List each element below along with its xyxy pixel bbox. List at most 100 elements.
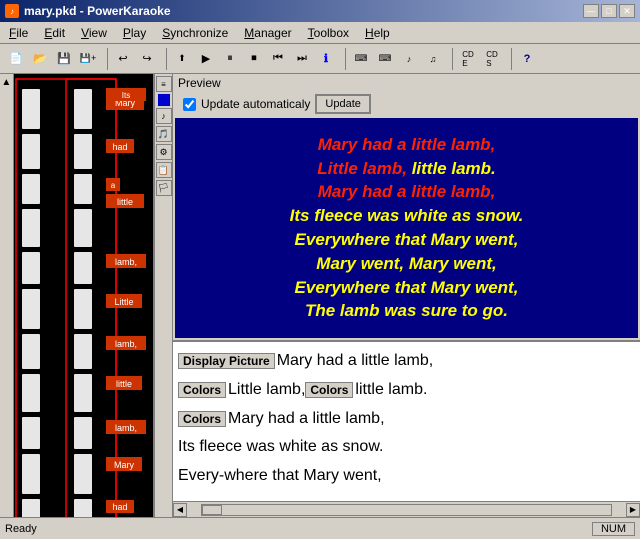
redo-button[interactable]: ↪ bbox=[136, 48, 158, 70]
preview-line-2a: Little lamb, bbox=[317, 159, 411, 178]
preview-line-7: Everywhere that Mary went, bbox=[295, 278, 519, 297]
svg-text:lamb,: lamb, bbox=[115, 339, 137, 349]
lyrics-line-5: Every-where that Mary went, bbox=[178, 462, 635, 491]
side-btn-5[interactable]: 📋 bbox=[156, 162, 172, 178]
svg-text:Little: Little bbox=[114, 297, 133, 307]
app-icon: ♪ bbox=[5, 4, 19, 18]
scroll-track[interactable] bbox=[201, 504, 612, 516]
status-text: Ready bbox=[5, 523, 37, 535]
right-panel: ≡ ♪ 🎵 ⚙ 📋 🏳 Preview Update automaticaly … bbox=[155, 74, 640, 517]
update-button[interactable]: Update bbox=[315, 94, 370, 114]
preview-panel: Preview Update automaticaly Update Mary … bbox=[173, 74, 640, 340]
title-bar: ♪ mary.pkd - PowerKaraoke — □ ✕ bbox=[0, 0, 640, 22]
lyrics-line-3: Colors Mary had a little lamb, bbox=[178, 405, 635, 434]
status-bar: Ready NUM bbox=[0, 517, 640, 539]
side-btn-3[interactable]: 🎵 bbox=[156, 126, 172, 142]
svg-text:little: little bbox=[117, 197, 133, 207]
menu-bar: File Edit View Play Synchronize Manager … bbox=[0, 22, 640, 44]
main-area: ▲ bbox=[0, 74, 640, 517]
preview-label: Preview bbox=[173, 74, 640, 92]
side-btn-4[interactable]: ⚙ bbox=[156, 144, 172, 160]
preview-line-3: Mary had a little lamb, bbox=[318, 182, 496, 201]
preview-line-1: Mary had a little lamb, bbox=[318, 135, 496, 154]
svg-text:lamb,: lamb, bbox=[115, 423, 137, 433]
tool2-button[interactable]: ⌨ bbox=[374, 48, 396, 70]
save-button[interactable]: 💾 bbox=[53, 48, 75, 70]
preview-text: Mary had a little lamb, Little lamb, lit… bbox=[285, 128, 529, 328]
menu-play[interactable]: Play bbox=[119, 25, 150, 41]
lyrics-line-1: Display Picture Mary had a little lamb, bbox=[178, 347, 635, 376]
status-num: NUM bbox=[592, 522, 635, 536]
next-button[interactable]: ⏭ bbox=[291, 48, 313, 70]
display-picture-tag[interactable]: Display Picture bbox=[178, 353, 275, 369]
preview-line-4: Its fleece was white as snow. bbox=[290, 206, 524, 225]
menu-manager[interactable]: Manager bbox=[240, 25, 295, 41]
auto-update-checkbox[interactable] bbox=[183, 98, 196, 111]
lyrics-line-2: Colors Little lamb, Colors little lamb. bbox=[178, 376, 635, 405]
export-button[interactable]: ⬆ bbox=[171, 48, 193, 70]
prev-button[interactable]: ⏮ bbox=[267, 48, 289, 70]
side-btn-6[interactable]: 🏳 bbox=[156, 180, 172, 196]
preview-display: Mary had a little lamb, Little lamb, lit… bbox=[175, 118, 638, 338]
undo-button[interactable]: ↩ bbox=[112, 48, 134, 70]
svg-text:had: had bbox=[112, 502, 127, 512]
cd2-button[interactable]: CDS bbox=[481, 48, 503, 70]
waveform-scroll[interactable]: ▲ bbox=[0, 74, 14, 517]
menu-file[interactable]: File bbox=[5, 25, 32, 41]
maximize-button[interactable]: □ bbox=[601, 4, 617, 18]
menu-synchronize[interactable]: Synchronize bbox=[158, 25, 232, 41]
info-button[interactable]: ℹ bbox=[315, 48, 337, 70]
preview-line-2b: little lamb. bbox=[412, 159, 496, 178]
svg-text:Mary: Mary bbox=[114, 460, 134, 470]
menu-edit[interactable]: Edit bbox=[40, 25, 69, 41]
lyrics-text-2b: mb, bbox=[279, 376, 306, 405]
svg-text:had: had bbox=[112, 142, 127, 152]
menu-toolbox[interactable]: Toolbox bbox=[304, 25, 353, 41]
svg-text:lamb,: lamb, bbox=[115, 257, 137, 267]
preview-line-5: Everywhere that Mary went, bbox=[295, 230, 519, 249]
svg-text:Its: Its bbox=[122, 91, 130, 100]
blue-indicator bbox=[158, 94, 170, 106]
scroll-right-button[interactable]: ▶ bbox=[626, 503, 640, 517]
tool4-button[interactable]: ♫ bbox=[422, 48, 444, 70]
play-button[interactable]: ▶ bbox=[195, 48, 217, 70]
cd1-button[interactable]: CDE bbox=[457, 48, 479, 70]
waveform-panel: ▲ bbox=[0, 74, 155, 517]
lyrics-section: Display Picture Mary had a little lamb, … bbox=[173, 340, 640, 517]
lyrics-text-1: Mary had a little lamb, bbox=[277, 347, 434, 376]
colors-tag-3[interactable]: Colors bbox=[178, 411, 226, 427]
lyrics-text-3: Mary had a little lamb, bbox=[228, 405, 385, 434]
help-toolbar-button[interactable]: ? bbox=[516, 48, 538, 70]
close-button[interactable]: ✕ bbox=[619, 4, 635, 18]
horizontal-scrollbar[interactable]: ◀ ▶ bbox=[173, 501, 640, 517]
lyrics-text-4: Its fleece was white as snow. bbox=[178, 433, 383, 462]
tool1-button[interactable]: ⌨ bbox=[350, 48, 372, 70]
lyrics-text-2a: Little la bbox=[228, 376, 279, 405]
svg-text:a: a bbox=[111, 181, 116, 190]
preview-line-6: Mary went, Mary went, bbox=[316, 254, 496, 273]
preview-controls: Update automaticaly Update bbox=[173, 92, 640, 116]
colors-tag-2[interactable]: Colors bbox=[305, 382, 353, 398]
preview-section: Preview Update automaticaly Update Mary … bbox=[173, 74, 640, 517]
open-button[interactable]: 📂 bbox=[29, 48, 51, 70]
menu-view[interactable]: View bbox=[77, 25, 111, 41]
lyrics-line-4: Its fleece was white as snow. bbox=[178, 433, 635, 462]
minimize-button[interactable]: — bbox=[583, 4, 599, 18]
new-button[interactable]: 📄 bbox=[5, 48, 27, 70]
side-toolbar: ≡ ♪ 🎵 ⚙ 📋 🏳 bbox=[155, 74, 173, 517]
window-title: mary.pkd - PowerKaraoke bbox=[24, 4, 171, 18]
side-btn-2[interactable]: ♪ bbox=[156, 108, 172, 124]
toolbar: 📄 📂 💾 💾+ ↩ ↪ ⬆ ▶ ⏸ ⏹ ⏮ ⏭ ℹ ⌨ ⌨ ♪ ♫ CDE C… bbox=[0, 44, 640, 74]
auto-update-label: Update automaticaly bbox=[201, 97, 310, 111]
menu-help[interactable]: Help bbox=[361, 25, 394, 41]
scroll-thumb[interactable] bbox=[202, 505, 222, 515]
lyrics-scroll-area[interactable]: Display Picture Mary had a little lamb, … bbox=[173, 342, 640, 501]
stop-button[interactable]: ⏹ bbox=[243, 48, 265, 70]
save-all-button[interactable]: 💾+ bbox=[77, 48, 99, 70]
scroll-left-button[interactable]: ◀ bbox=[173, 503, 187, 517]
pause-button[interactable]: ⏸ bbox=[219, 48, 241, 70]
tool3-button[interactable]: ♪ bbox=[398, 48, 420, 70]
colors-tag-1[interactable]: Colors bbox=[178, 382, 226, 398]
side-btn-1[interactable]: ≡ bbox=[156, 76, 172, 92]
lyrics-text-2c: little lamb. bbox=[355, 376, 427, 405]
